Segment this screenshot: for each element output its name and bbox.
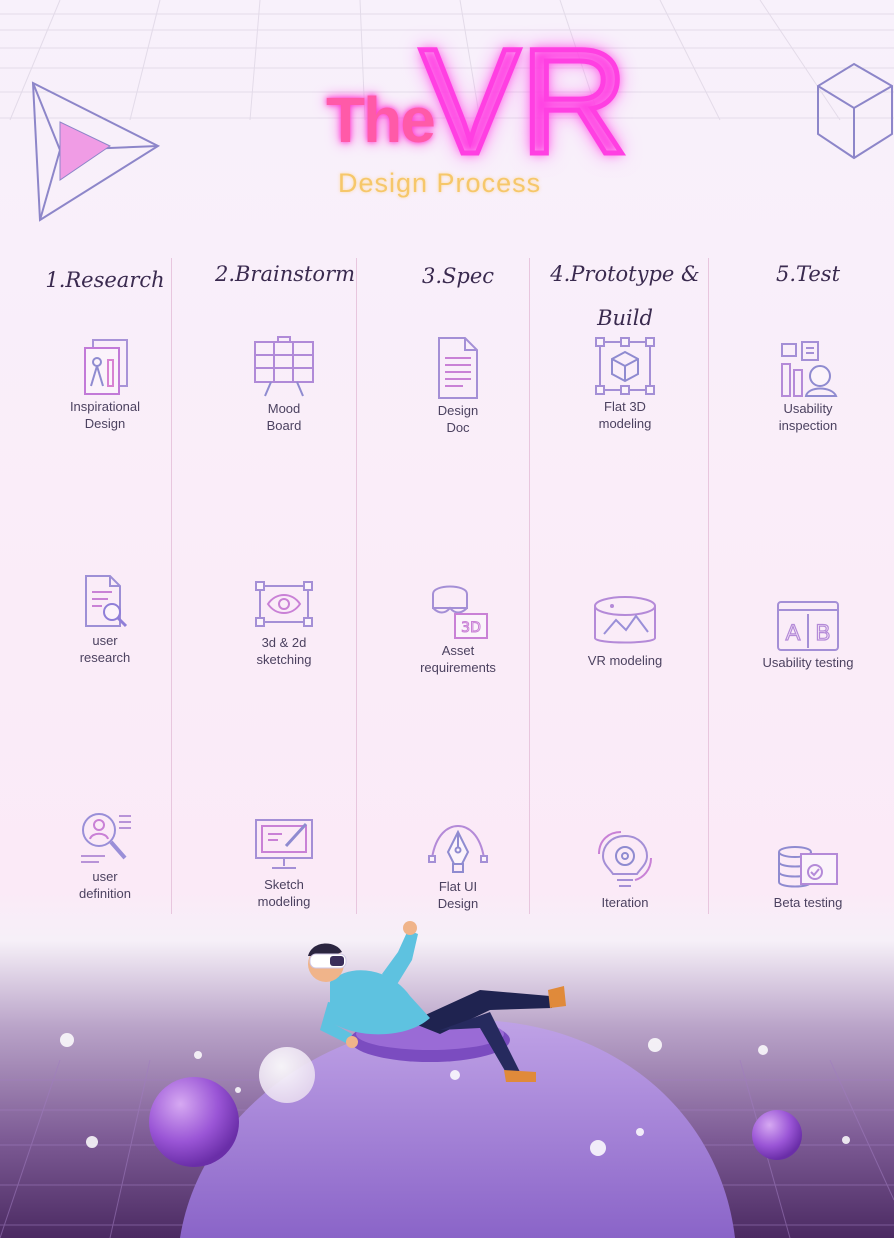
step-label: Design Doc — [437, 403, 479, 435]
step-label: Beta testing — [773, 895, 843, 910]
document-search-icon — [85, 575, 128, 628]
column-divider — [708, 258, 709, 914]
inspection-icon — [781, 341, 838, 397]
panorama-icon — [594, 596, 656, 644]
title-the: The — [326, 84, 436, 156]
step-asset-requirements: 3D Asset requirements — [398, 578, 518, 676]
svg-text:3D: 3D — [461, 620, 481, 636]
step-design-doc: Design Doc — [398, 336, 518, 436]
poster: VR The Design Process 1.Research 2.Brain… — [0, 0, 894, 1238]
step-user-definition: user definition — [45, 808, 165, 902]
ab-test-icon: A B — [777, 601, 839, 651]
column-divider — [529, 258, 530, 914]
phase-heading-brainstorm: 2.Brainstorm — [214, 262, 356, 286]
step-beta-testing: Beta testing — [748, 844, 868, 911]
step-mood-board: Mood Board — [224, 336, 344, 434]
step-label: Iteration — [601, 895, 649, 910]
document-icon — [438, 337, 478, 399]
column-divider — [171, 258, 172, 914]
step-label: user research — [79, 633, 131, 665]
svg-text:B: B — [816, 620, 831, 645]
step-label: Sketch modeling — [257, 877, 311, 909]
step-user-research: user research — [45, 572, 165, 666]
step-label: Asset requirements — [420, 643, 496, 675]
step-vr-modeling: VR modeling — [565, 594, 685, 669]
column-divider — [356, 258, 357, 914]
drawing-tools-icon — [84, 339, 128, 395]
step-sketching: 3d & 2d sketching — [224, 580, 344, 668]
eye-sketch-icon — [255, 581, 313, 627]
step-usability-testing: A B Usability testing — [748, 600, 868, 671]
step-usability-inspection: Usability inspection — [748, 338, 868, 434]
step-flat-3d-modeling: Flat 3D modeling — [565, 336, 685, 432]
triangle-decoration-icon — [31, 81, 161, 222]
cube-frame-icon — [595, 337, 655, 395]
phase-heading-spec: 3.Spec — [421, 264, 495, 288]
step-inspirational-design: Inspirational Design — [45, 338, 165, 432]
user-search-icon — [81, 813, 131, 863]
step-label: 3d & 2d sketching — [256, 635, 312, 667]
vr-headset-3d-icon: 3D — [432, 585, 488, 639]
title-vr: VR — [417, 17, 630, 185]
database-check-icon — [778, 846, 838, 888]
phase-heading-prototype: 4.Prototype & Build — [550, 262, 700, 330]
pen-tool-icon — [428, 824, 488, 873]
step-label: Flat 3D modeling — [598, 399, 652, 431]
vr-user-illustration — [308, 921, 566, 1082]
phase-heading-research: 1.Research — [45, 268, 165, 292]
step-iteration: Iteration — [565, 830, 685, 911]
lightbulb-gear-icon — [598, 831, 652, 887]
step-flat-ui-design: Flat UI Design — [398, 822, 518, 912]
step-label: user definition — [78, 869, 132, 901]
subtitle: Design Process — [338, 168, 542, 198]
phase-heading-test: 5.Test — [775, 262, 841, 286]
svg-text:A: A — [786, 620, 801, 645]
step-label: Usability testing — [762, 655, 854, 670]
monitor-pen-icon — [255, 819, 313, 869]
step-label: Mood Board — [266, 401, 302, 433]
step-label: VR modeling — [587, 653, 663, 668]
step-sketch-modeling: Sketch modeling — [224, 816, 344, 910]
step-label: Flat UI Design — [437, 879, 479, 911]
mood-board-icon — [254, 336, 314, 397]
step-label: Inspirational Design — [69, 399, 141, 431]
step-label: Usability inspection — [778, 401, 838, 433]
cube-decoration-icon — [817, 62, 893, 160]
